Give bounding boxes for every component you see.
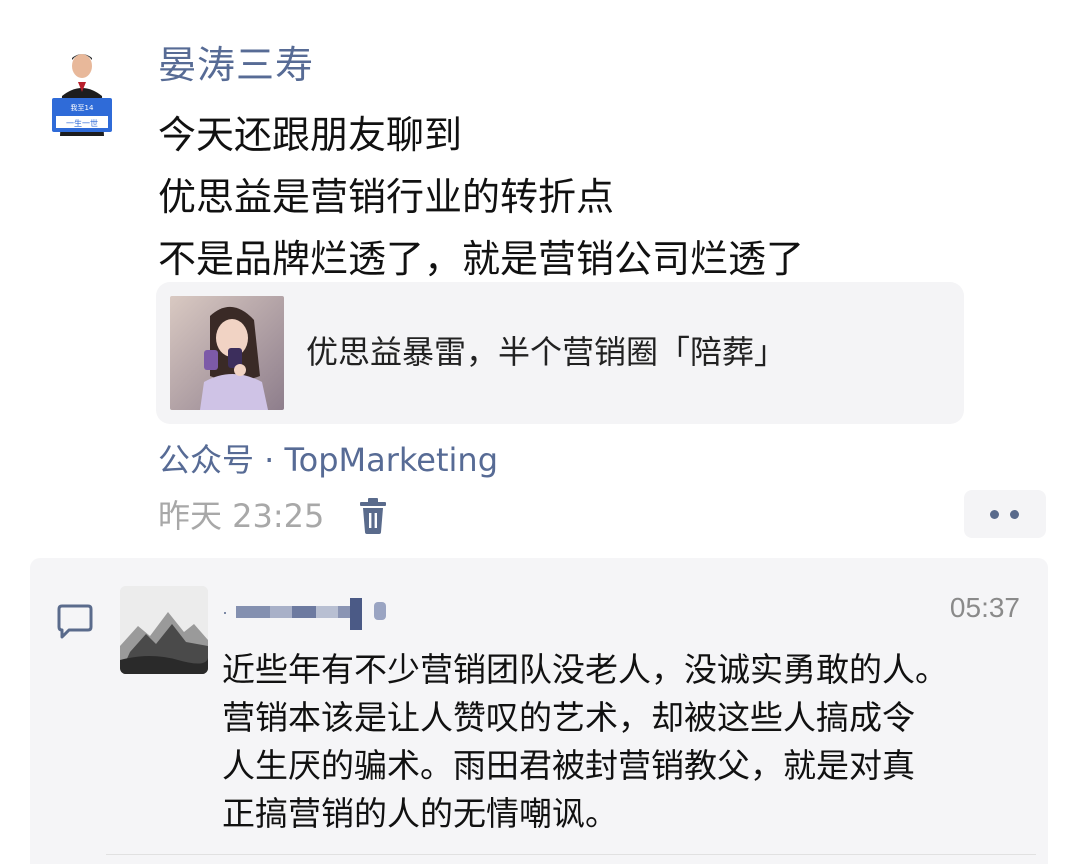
svg-text:一生一世: 一生一世 [66,118,98,128]
more-dots-icon[interactable] [964,490,1046,538]
comment-bubble-icon [54,602,96,644]
article-source[interactable]: 公众号 · TopMarketing [158,438,498,482]
article-title[interactable]: 优思益暴雷，半个营销圈「陪葬」 [306,330,786,374]
svg-text:我至14: 我至14 [71,103,94,112]
author-name[interactable]: 晏涛三寿 [158,40,314,90]
post-line: 不是品牌烂透了，就是营销公司烂透了 [158,237,805,281]
blurred-username[interactable] [224,594,404,636]
comment-panel: 05:37 近些年有不少营销团队没老人，没诚实勇敢的人。 营销本该是让人赞叹的艺… [30,558,1048,864]
dot [990,510,999,519]
comment-line: 营销本该是让人赞叹的艺术，却被这些人搞成令 [222,698,915,737]
person-holding-sign-avatar: 我至14 一生一世 [46,46,118,136]
comment-line: 正搞营销的人的无情嘲讽。 [222,794,618,833]
ink-mountain-avatar[interactable] [120,586,208,674]
dot [1010,510,1019,519]
woman-holding-products-thumbnail [170,296,284,410]
post-line: 优思益是营销行业的转折点 [158,175,615,219]
trash-icon[interactable] [356,496,390,536]
comment-text: 近些年有不少营销团队没老人，没诚实勇敢的人。 营销本该是让人赞叹的艺术，却被这些… [222,646,1032,838]
post-line: 今天还跟朋友聊到 [158,113,463,157]
article-thumbnail [170,296,284,410]
divider [106,854,1036,855]
shared-article-card[interactable]: 优思益暴雷，半个营销圈「陪葬」 [156,282,964,424]
comment-timestamp: 05:37 [949,592,1020,623]
comment-line: 人生厌的骗术。雨田君被封营销教父，就是对真 [222,746,915,785]
author-avatar[interactable]: 我至14 一生一世 [46,46,118,136]
post-timestamp: 昨天 23:25 [158,497,325,535]
comment-line: 近些年有不少营销团队没老人，没诚实勇敢的人。 [222,650,948,689]
post-text: 今天还跟朋友聊到 优思益是营销行业的转折点 不是品牌烂透了，就是营销公司烂透了 [158,104,804,290]
